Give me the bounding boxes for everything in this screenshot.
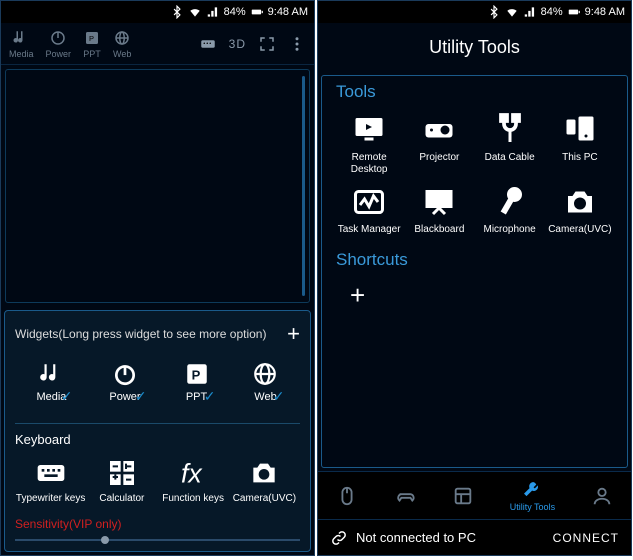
right-screen: 84% 9:48 AM Utility Tools Tools Remote D…	[317, 0, 632, 556]
bluetooth-icon	[487, 5, 501, 19]
check-icon: ✓	[204, 388, 216, 405]
top-toolbar: Media Power PPPT Web 3D	[1, 23, 314, 65]
status-bar: 84% 9:48 AM	[1, 1, 314, 23]
nav-mouse[interactable]	[336, 485, 358, 507]
fullscreen-icon[interactable]	[258, 35, 276, 53]
widgets-panel: Widgets(Long press widget to see more op…	[4, 310, 311, 552]
more-icon[interactable]	[288, 35, 306, 53]
left-screen: 84% 9:48 AM Media Power PPPT Web 3D Widg…	[0, 0, 315, 556]
check-icon: ✓	[61, 388, 73, 405]
add-shortcut-button[interactable]: +	[350, 280, 365, 310]
link-icon	[330, 529, 348, 547]
keyboard-title: Keyboard	[15, 432, 300, 447]
keyboard-icon[interactable]	[199, 35, 217, 53]
clock: 9:48 AM	[268, 6, 308, 18]
key-function[interactable]: fxFunction keys	[158, 457, 228, 505]
connect-button[interactable]: CONNECT	[553, 531, 619, 545]
trackpad-area[interactable]	[5, 69, 310, 303]
add-widget-button[interactable]: +	[287, 321, 300, 347]
key-calculator[interactable]: Calculator	[87, 457, 157, 505]
widget-power[interactable]: Power✓	[109, 361, 140, 403]
battery-pct: 84%	[224, 6, 246, 18]
tab-web[interactable]: Web	[113, 29, 131, 59]
nav-profile[interactable]	[591, 485, 613, 507]
svg-text:P: P	[89, 34, 94, 43]
check-icon: ✓	[273, 388, 285, 405]
check-icon: ✓	[135, 388, 147, 405]
3d-toggle[interactable]: 3D	[229, 37, 246, 51]
tool-this-pc[interactable]: This PC	[547, 112, 613, 176]
shortcuts-header: Shortcuts	[336, 250, 613, 270]
tool-microphone[interactable]: Microphone	[477, 184, 543, 236]
bluetooth-icon	[170, 5, 184, 19]
tab-power[interactable]: Power	[46, 29, 72, 59]
key-typewriter[interactable]: Typewriter keys	[16, 457, 86, 505]
tool-remote-desktop[interactable]: Remote Desktop	[336, 112, 402, 176]
tool-projector[interactable]: Projector	[406, 112, 472, 176]
widget-web[interactable]: Web✓	[252, 361, 278, 403]
battery-icon	[250, 5, 264, 19]
page-title: Utility Tools	[318, 23, 631, 72]
tool-task-manager[interactable]: Task Manager	[336, 184, 402, 236]
tools-header: Tools	[336, 82, 613, 102]
battery-pct: 84%	[541, 6, 563, 18]
nav-utility-tools[interactable]: Utility Tools	[510, 479, 555, 512]
key-camera[interactable]: Camera(UVC)	[229, 457, 299, 505]
connection-bar: Not connected to PC CONNECT	[318, 519, 631, 555]
tool-camera[interactable]: Camera(UVC)	[547, 184, 613, 236]
clock: 9:48 AM	[585, 6, 625, 18]
tab-media[interactable]: Media	[9, 29, 34, 59]
widget-ppt[interactable]: PPPT✓	[184, 361, 210, 403]
sensitivity-label: Sensitivity(VIP only)	[15, 517, 300, 531]
tool-data-cable[interactable]: Data Cable	[477, 112, 543, 176]
svg-text:P: P	[191, 367, 200, 382]
widget-media[interactable]: Media✓	[36, 361, 66, 403]
sensitivity-slider[interactable]	[15, 539, 300, 541]
status-bar: 84% 9:48 AM	[318, 1, 631, 23]
bottom-nav: Utility Tools	[318, 471, 631, 519]
divider	[15, 423, 300, 424]
signal-icon	[206, 5, 220, 19]
connection-status: Not connected to PC	[356, 530, 476, 545]
widgets-title: Widgets(Long press widget to see more op…	[15, 327, 266, 341]
nav-gamepad[interactable]	[394, 485, 416, 507]
tool-blackboard[interactable]: Blackboard	[406, 184, 472, 236]
svg-text:fx: fx	[181, 458, 203, 488]
wifi-icon	[505, 5, 519, 19]
wifi-icon	[188, 5, 202, 19]
signal-icon	[523, 5, 537, 19]
nav-panels[interactable]	[452, 485, 474, 507]
tab-ppt[interactable]: PPPT	[83, 29, 101, 59]
battery-icon	[567, 5, 581, 19]
